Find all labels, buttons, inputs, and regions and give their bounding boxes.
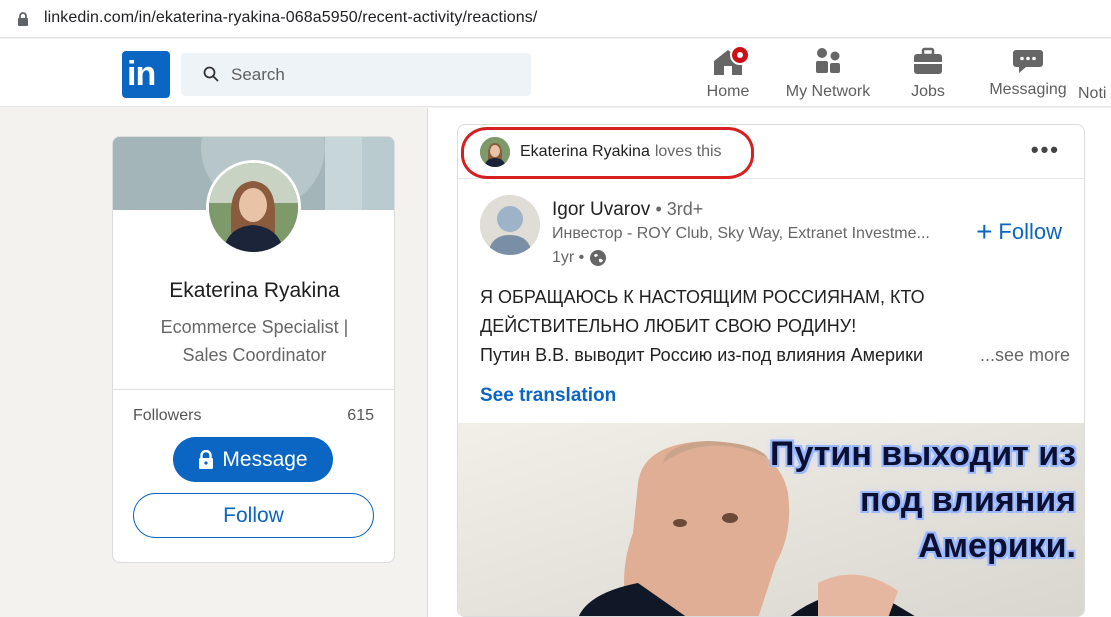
search-input[interactable] [231,63,511,87]
bell-icon [1078,45,1111,77]
nav-home-label: Home [706,83,750,100]
globe-icon [590,250,607,266]
nav-messaging-label: Messaging [989,81,1067,98]
notification-badge [730,45,750,65]
nav-notifications-label: Noti [1078,85,1107,102]
post-time-label: 1yr • [552,249,585,266]
post-line-3: Путин В.В. выводит Россию из-под влияния… [480,345,924,365]
logo-text: in [127,55,156,93]
search-box[interactable] [181,53,531,96]
nav-my-network-label: My Network [785,83,871,100]
url-text[interactable]: linkedin.com/in/ekaterina-ryakina-068a59… [44,9,537,27]
post-line-1: Я ОБРАЩАЮСЬ К НАСТОЯЩИМ РОССИЯНАМ, КТО [480,287,925,307]
card-divider [113,389,394,390]
post-line-2: ДЕЙСТВИТЕЛЬНО ЛЮБИТ СВОЮ РОДИНУ! [480,316,857,336]
search-icon [203,66,219,82]
more-options-button[interactable]: ••• [1031,137,1060,163]
lock-icon [18,12,28,26]
nav-home[interactable]: Home [700,45,756,105]
nav-messaging[interactable]: Messaging [984,45,1072,105]
nav-notifications[interactable]: Noti [1078,45,1111,105]
top-nav: in Home My Network Jobs [0,39,1111,107]
followers-label: Followers [133,407,202,424]
linkedin-logo[interactable]: in [122,51,170,98]
author-title: Инвестор - ROY Club, Sky Way, Extranet I… [552,225,930,242]
post-text: Я ОБРАЩАЮСЬ К НАСТОЯЩИМ РОССИЯНАМ, КТО Д… [480,283,1070,370]
red-highlight-circle [461,127,754,179]
follow-author-label: Follow [998,219,1062,244]
see-translation-link[interactable]: See translation [480,385,616,407]
activity-post-card: Ekaterina Ryakina loves this ••• Igor Uva… [457,124,1085,617]
message-button-label: Message [222,447,308,471]
message-button[interactable]: Message [173,437,333,482]
author-avatar[interactable] [480,195,540,255]
follow-author-button[interactable]: + Follow [976,216,1062,247]
lock-icon [199,450,214,469]
reaction-header: Ekaterina Ryakina loves this ••• [458,125,1084,179]
profile-headline: Ecommerce Specialist | Sales Coordinator [160,317,349,365]
nav-jobs[interactable]: Jobs [904,45,952,105]
follow-button[interactable]: Follow [133,493,374,538]
network-icon [816,48,840,73]
profile-card: Ekaterina Ryakina Ecommerce Specialist |… [112,136,395,563]
nav-jobs-label: Jobs [911,83,945,100]
caption-line-2: под влияния [860,481,1076,519]
profile-avatar[interactable] [206,160,301,255]
author-name[interactable]: Igor Uvarov [552,199,650,220]
post-image[interactable]: Путин выходит из под влияния Америки. [458,423,1084,616]
messaging-icon [1013,50,1043,73]
author-name-row: Igor Uvarov • 3rd+ [552,199,703,221]
briefcase-icon [914,47,942,74]
connection-degree: • 3rd+ [655,199,704,219]
nav-my-network[interactable]: My Network [780,45,876,105]
caption-line-3: Америки. [918,527,1076,565]
followers-count: 615 [347,407,374,424]
plus-icon: + [976,216,993,247]
post-time: 1yr • [552,249,607,267]
caption-line-1: Путин выходит из [770,435,1076,473]
see-more-link[interactable]: ...see more [980,341,1070,370]
image-caption: Путин выходит из под влияния Америки. [770,431,1076,569]
browser-address-bar[interactable]: linkedin.com/in/ekaterina-ryakina-068a59… [0,0,1111,38]
profile-name[interactable]: Ekaterina Ryakina [113,279,394,303]
